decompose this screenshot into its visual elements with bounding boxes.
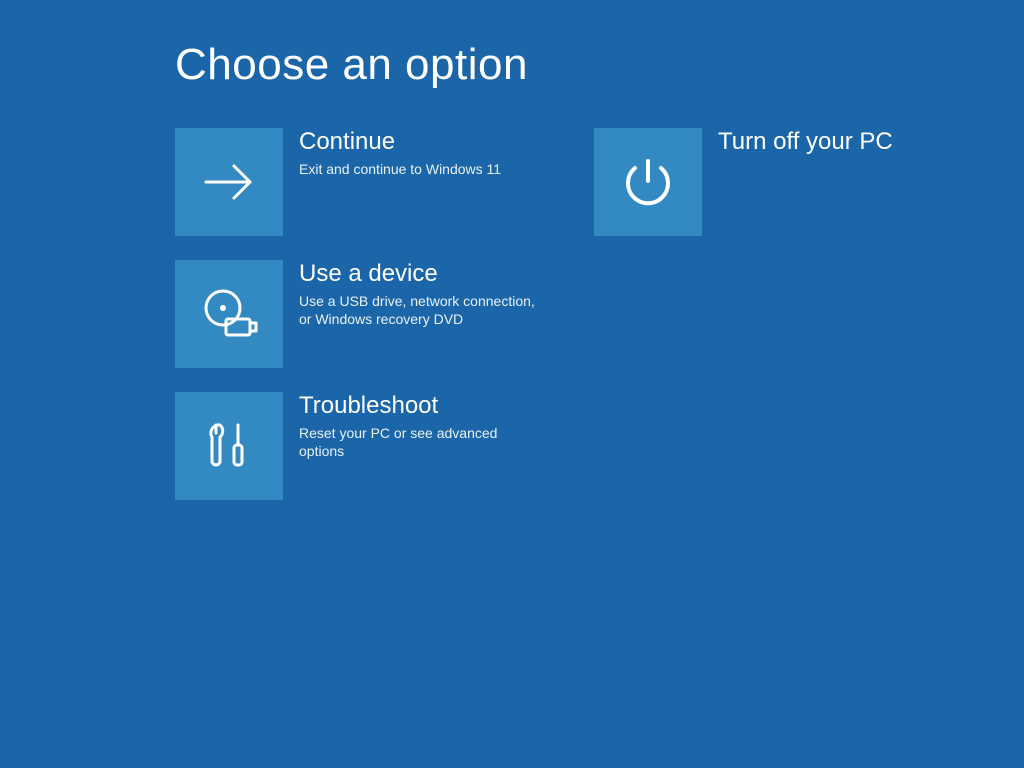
use-device-desc: Use a USB drive, network connection, or … [299, 292, 543, 328]
continue-tile[interactable]: Continue Exit and continue to Windows 11 [175, 128, 570, 236]
use-device-title: Use a device [299, 260, 543, 288]
troubleshoot-title: Troubleshoot [299, 392, 543, 420]
options-column-left: Continue Exit and continue to Windows 11… [175, 128, 570, 500]
turn-off-tile[interactable]: Turn off your PC [594, 128, 989, 236]
troubleshoot-desc: Reset your PC or see advanced options [299, 424, 543, 460]
use-device-tile[interactable]: Use a device Use a USB drive, network co… [175, 260, 570, 368]
disc-usb-icon [175, 260, 283, 368]
options-column-right: Turn off your PC [594, 128, 989, 500]
continue-desc: Exit and continue to Windows 11 [299, 160, 501, 178]
tools-icon [175, 392, 283, 500]
page-title: Choose an option [175, 40, 1024, 90]
power-icon [594, 128, 702, 236]
troubleshoot-tile[interactable]: Troubleshoot Reset your PC or see advanc… [175, 392, 570, 500]
continue-title: Continue [299, 128, 501, 156]
turn-off-title: Turn off your PC [718, 128, 893, 156]
options-grid: Continue Exit and continue to Windows 11… [175, 128, 1024, 500]
arrow-right-icon [175, 128, 283, 236]
